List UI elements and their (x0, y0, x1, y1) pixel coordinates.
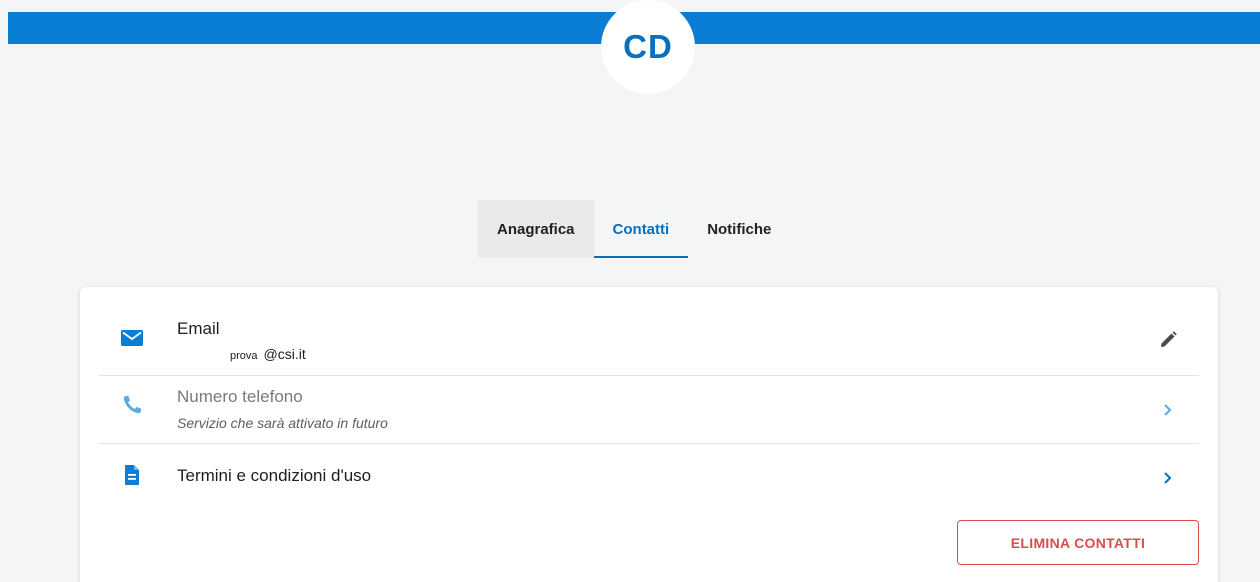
avatar: CD (601, 0, 695, 94)
tab-anagrafica[interactable]: Anagrafica (478, 200, 594, 258)
tab-bar: Anagrafica Contatti Notifiche (478, 200, 790, 258)
tab-contatti[interactable]: Contatti (593, 200, 689, 258)
phone-subtitle: Servizio che sarà attivato in futuro (177, 415, 388, 431)
chevron-right-icon[interactable] (1157, 399, 1179, 421)
avatar-initials: CD (623, 28, 673, 65)
tab-label: Notifiche (707, 220, 772, 238)
email-title: Email (177, 319, 220, 338)
chevron-right-icon[interactable] (1157, 467, 1179, 489)
delete-contacts-button[interactable]: ELIMINA CONTATTI (957, 520, 1199, 565)
email-prefix: prova (230, 350, 258, 362)
document-icon (121, 464, 143, 486)
pencil-icon[interactable] (1157, 329, 1179, 351)
tab-label: Anagrafica (497, 220, 575, 238)
phone-title: Numero telefono (177, 387, 303, 406)
phone-row[interactable]: Numero telefono Servizio che sarà attiva… (99, 376, 1199, 444)
email-domain: @csi.it (263, 346, 306, 362)
email-row: Email prova @csi.it (99, 307, 1199, 376)
contacts-card: Email prova @csi.it Numero telefono Servi… (80, 287, 1218, 582)
phone-icon (121, 394, 143, 416)
terms-title: Termini e condizioni d'uso (177, 466, 372, 485)
tab-label: Contatti (612, 220, 670, 238)
terms-row[interactable]: Termini e condizioni d'uso (99, 444, 1199, 512)
envelope-icon (121, 327, 143, 349)
email-value: prova @csi.it (230, 346, 306, 362)
tab-notifiche[interactable]: Notifiche (688, 200, 790, 258)
